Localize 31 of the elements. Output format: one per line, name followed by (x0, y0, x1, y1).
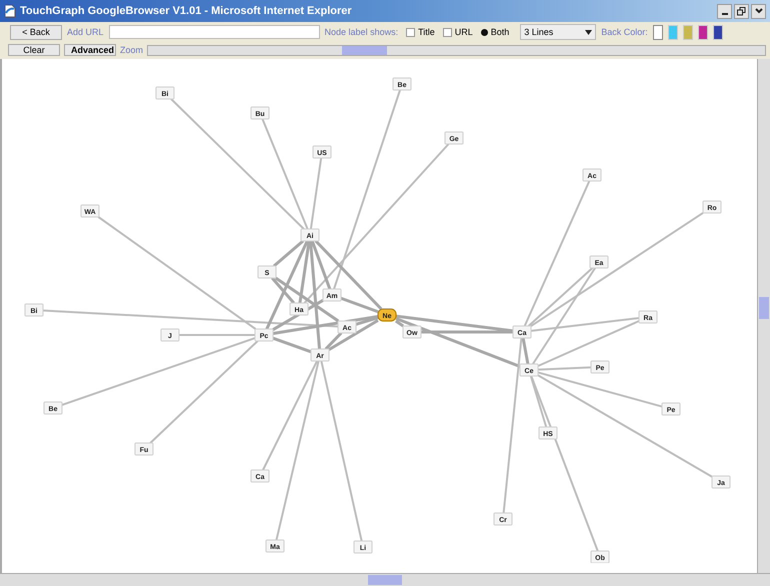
vertical-scrollbar[interactable] (757, 59, 770, 573)
option-label: URL (454, 27, 473, 37)
window-title: TouchGraph GoogleBrowser V1.01 - Microsoft Internet Explorer (20, 5, 353, 17)
advanced-button[interactable]: Advanced (64, 44, 116, 56)
lines-dropdown[interactable]: 3 Lines (520, 24, 596, 40)
close-button[interactable] (751, 4, 766, 18)
chevron-down-icon (754, 7, 762, 15)
minimize-button[interactable] (717, 4, 732, 18)
back-color-label: Back Color: (601, 27, 648, 37)
add-url-label: Add URL (67, 27, 104, 37)
option-label: Both (490, 27, 510, 37)
color-swatch[interactable] (668, 24, 678, 40)
checkbox[interactable] (406, 28, 416, 36)
color-swatch[interactable] (712, 24, 723, 40)
restore-icon (737, 6, 746, 16)
restore-button[interactable] (734, 4, 749, 18)
radio-button[interactable] (480, 28, 488, 36)
dropdown-arrow-icon (585, 30, 592, 34)
zoom-slider-thumb[interactable] (342, 46, 387, 54)
page-icon (4, 4, 16, 18)
color-swatch[interactable] (682, 24, 693, 40)
clear-button[interactable]: Clear (8, 44, 60, 56)
node-label-caption: Node label shows: (324, 27, 398, 37)
option-label: Title (418, 27, 435, 37)
zoom-label: Zoom (120, 45, 144, 55)
color-swatch[interactable] (698, 24, 708, 40)
url-field[interactable] (108, 25, 320, 39)
back-button[interactable]: < Back (10, 24, 62, 40)
horizontal-scrollbar[interactable] (0, 573, 770, 586)
checkbox[interactable] (442, 28, 452, 36)
color-swatch[interactable] (652, 24, 663, 40)
